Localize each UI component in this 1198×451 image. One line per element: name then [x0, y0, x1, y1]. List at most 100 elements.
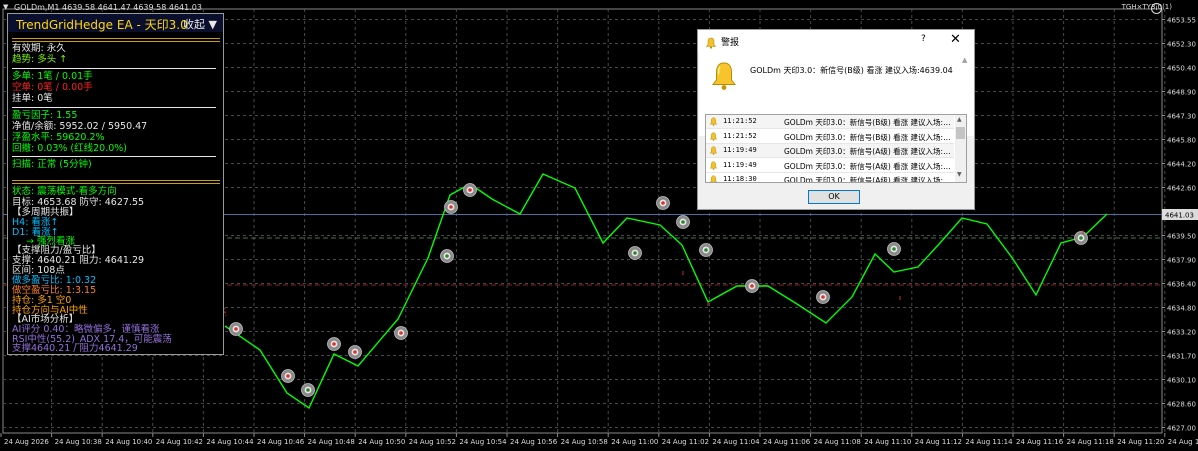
alert-dialog[interactable]: 警报 ? ✕ ▲ ▼ GOLDm 天印3.0：新信号(B级) 看涨 建议入场:4…	[697, 29, 975, 210]
signal-dot-icon	[633, 251, 637, 255]
alert-row-message: GOLDm 天印3.0：新信号(B级) 看涨 建议入场:4639.04	[784, 118, 952, 127]
bell-icon	[709, 132, 718, 143]
price-axis-label: 4652.30	[1167, 41, 1196, 49]
alert-row-time: 11:19:49	[723, 160, 757, 169]
time-axis-label: 24 Aug 11:22	[1168, 438, 1198, 446]
time-axis-label: 24 Aug 11:12	[915, 438, 962, 446]
signal-dot-icon	[704, 248, 708, 252]
price-axis-label: 4631.70	[1167, 353, 1196, 361]
alert-list-row[interactable]: 11:19:49 GOLDm 天印3.0：新信号(A级) 看涨 建议入场:4638…	[706, 159, 954, 173]
bell-icon	[709, 161, 718, 172]
bell-icon	[709, 175, 718, 182]
gold-divider	[12, 180, 220, 181]
price-axis-label: 4633.20	[1167, 329, 1196, 337]
price-axis-label: 4627.00	[1167, 425, 1196, 433]
signal-dot-icon	[661, 201, 665, 205]
indicator-label: TGH×TY3.0(1)	[1121, 3, 1172, 11]
signal-dot-icon	[750, 284, 754, 288]
panel-line-validity: 有效期: 永久	[12, 43, 66, 54]
alert-message: GOLDm 天印3.0：新信号(B级) 看涨 建议入场:4639.04	[750, 66, 953, 75]
chart-menu-arrow-icon[interactable]: ▼	[3, 3, 8, 11]
time-axis-label: 24 Aug 10:52	[409, 438, 456, 446]
alert-row-time: 11:21:52	[723, 131, 757, 140]
time-axis-label: 24 Aug 11:20	[1117, 438, 1164, 446]
price-axis-label: 4628.60	[1167, 401, 1196, 409]
time-axis-label: 24 Aug 10:40	[105, 438, 152, 446]
ea-panel-collapse-button[interactable]: 收起 ▼	[183, 16, 217, 32]
scroll-up-icon[interactable]: ▲	[957, 116, 962, 123]
time-axis-label: 24 Aug 11:08	[814, 438, 861, 446]
time-axis-label: 24 Aug 10:48	[308, 438, 355, 446]
close-button[interactable]: ✕	[950, 32, 961, 47]
white-divider	[12, 156, 216, 157]
time-axis-label: 24 Aug 10:42	[156, 438, 203, 446]
alert-row-time: 11:19:49	[723, 146, 757, 154]
panel-line-scan-status: 扫描: 正常 (5分钟)	[12, 159, 92, 170]
time-axis-label: 24 Aug 10:46	[257, 438, 305, 446]
panel-line-long-orders: 多单: 1笔 / 0.01手	[12, 71, 93, 82]
panel-line-pending-orders: 挂单: 0笔	[12, 93, 53, 104]
help-button[interactable]: ?	[921, 34, 926, 44]
signal-dot-icon	[821, 295, 825, 299]
signal-dot-icon	[449, 205, 453, 209]
alert-list-row[interactable]: 11:19:49 GOLDm 天印3.0：新信号(A级) 看涨 建议入场:4638…	[706, 144, 954, 158]
alert-row-message: GOLDm 天印3.0：新信号(B级) 看涨 建议入场:4639.04	[784, 132, 952, 142]
price-axis-label: 4653.55	[1167, 17, 1196, 25]
signal-dot-icon	[399, 331, 403, 335]
bell-icon	[709, 117, 718, 128]
time-axis-label: 24 Aug 10:50	[358, 438, 405, 446]
time-axis-label: 24 Aug 11:00	[611, 438, 658, 446]
alert-title: 警报	[721, 38, 740, 48]
signal-dot-icon	[353, 350, 357, 354]
bell-icon	[709, 146, 718, 157]
alert-row-message: GOLDm 天印3.0：新信号(A级) 看涨 建议入场:4638.55	[784, 176, 952, 183]
price-axis-label: 4636.40	[1167, 281, 1196, 289]
time-axis-label: 24 Aug 11:04	[712, 438, 760, 446]
white-divider	[12, 68, 216, 69]
price-axis-label: 4642.60	[1167, 185, 1196, 193]
panel-line-floating-profit: 浮盈水平: 59620.2%	[12, 132, 105, 143]
symbol-info-label: GOLDm,M1 4639.58 4641.47 4639.58 4641.03	[14, 3, 202, 12]
alert-row-time: 11:18:30	[723, 175, 757, 183]
signal-dot-icon	[445, 254, 449, 258]
price-axis-label: 4630.10	[1167, 377, 1196, 385]
price-axis-label: 4634.80	[1167, 305, 1196, 313]
ea-panel-header[interactable]: TrendGridHedge EA - 天印3.0 收起 ▼	[8, 14, 223, 32]
alert-row-message: GOLDm 天印3.0：新信号(A级) 看涨 建议入场:4638.55	[784, 161, 952, 171]
alert-titlebar[interactable]: 警报 ? ✕	[698, 30, 974, 52]
gold-divider	[12, 183, 220, 184]
time-axis-label: 24 Aug 10:38	[55, 438, 102, 446]
price-axis-label: 4648.90	[1167, 89, 1196, 97]
alert-list-row[interactable]: 11:18:30 GOLDm 天印3.0：新信号(A级) 看涨 建议入场:4638…	[706, 173, 954, 183]
time-axis-label: 24 Aug 10:56	[510, 438, 558, 446]
time-axis-label: 24 Aug 11:02	[662, 438, 709, 446]
alert-list-row[interactable]: 11:21:52 GOLDm 天印3.0：新信号(B级) 看涨 建议入场:4639…	[706, 130, 954, 144]
list-scrollbar[interactable]: ▲ ▼	[955, 115, 966, 182]
price-axis-label: 4644.20	[1167, 161, 1196, 169]
alert-history-list[interactable]: 11:21:52 GOLDm 天印3.0：新信号(B级) 看涨 建议入场:4639…	[705, 114, 967, 183]
price-axis-label: 4639.50	[1167, 233, 1196, 241]
signal-dot-icon	[286, 374, 290, 378]
indicator-settings-icon[interactable]: i	[1151, 3, 1162, 14]
signal-dot-icon	[332, 342, 336, 346]
bell-icon	[705, 34, 717, 53]
alert-row-message: GOLDm 天印3.0：新信号(A级) 看涨 建议入场:4638.55	[784, 147, 952, 156]
alert-list-row[interactable]: 11:21:52 GOLDm 天印3.0：新信号(B级) 看涨 建议入场:4639…	[706, 115, 954, 129]
signal-dot-icon	[468, 188, 472, 192]
signal-dot-icon	[892, 247, 896, 251]
panel-line-drawdown: 回撤: 0.03% (红线20.0%)	[12, 143, 128, 154]
alert-bell-icon	[708, 60, 740, 96]
scroll-up-icon[interactable]: ▲	[962, 56, 967, 64]
ok-button[interactable]: OK	[808, 190, 860, 204]
time-axis-label: 24 Aug 11:06	[763, 438, 811, 446]
ea-panel-title: TrendGridHedge EA - 天印3.0	[16, 18, 188, 32]
time-axis-label: 24 Aug 11:14	[965, 438, 1013, 446]
time-axis-label: 24 Aug 10:44	[206, 438, 254, 446]
white-divider	[12, 107, 216, 108]
time-axis-label: 24 Aug 11:10	[864, 438, 911, 446]
scroll-down-icon[interactable]: ▼	[957, 171, 962, 178]
scroll-thumb[interactable]	[956, 127, 965, 139]
panel-line-equity-balance: 净值/余额: 5952.02 / 5950.47	[12, 121, 148, 132]
current-price-label: 4641.03	[1165, 212, 1194, 220]
panel-line-short-orders: 空单: 0笔 / 0.00手	[12, 82, 93, 93]
